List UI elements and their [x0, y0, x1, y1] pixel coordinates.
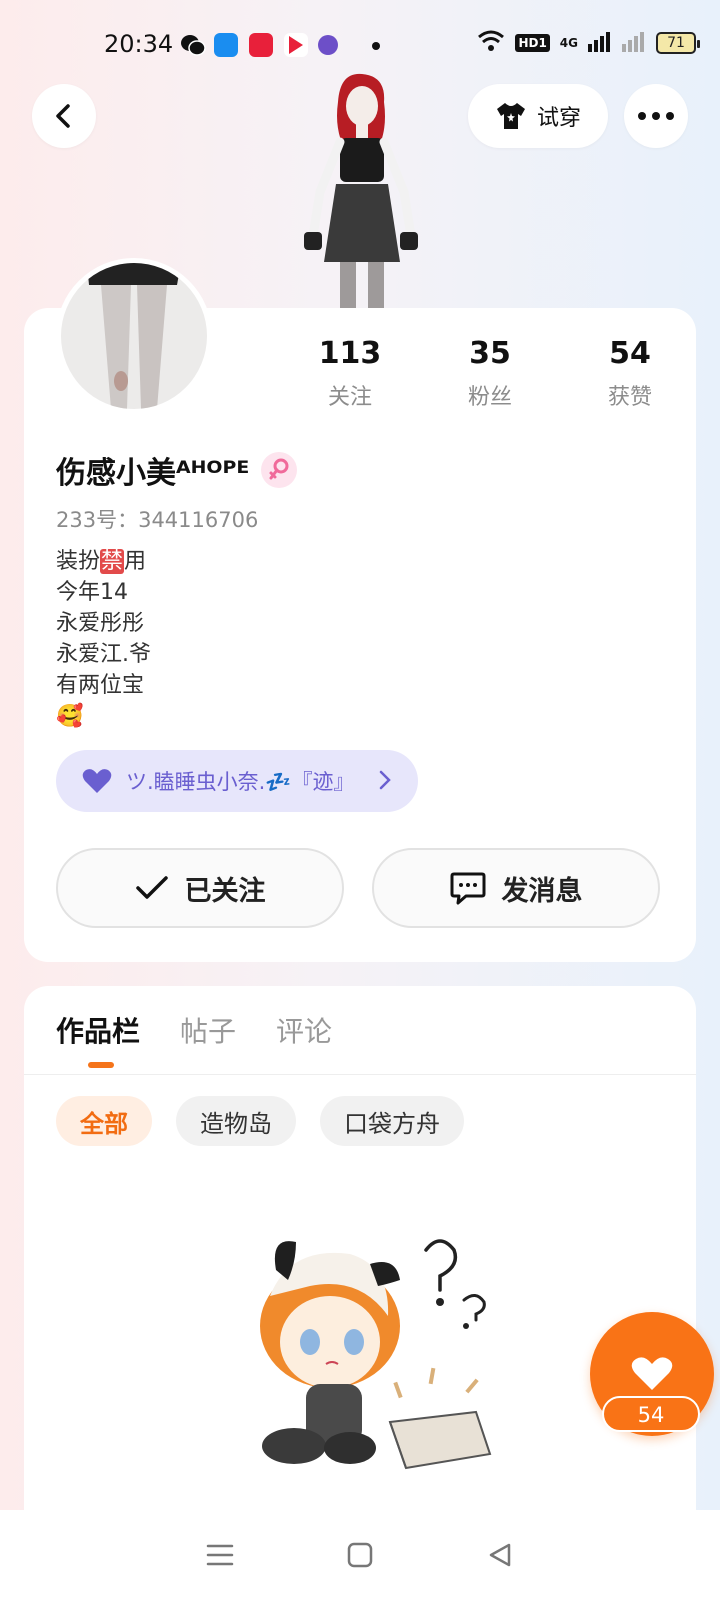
heart-icon [82, 769, 112, 793]
stat-value: 113 [318, 336, 382, 371]
tab-works[interactable]: 作品栏 [56, 1010, 140, 1050]
filter-pocket-ark[interactable]: 口袋方舟 [320, 1096, 464, 1146]
home-button[interactable] [342, 1537, 378, 1573]
chat-bubble-icon [450, 872, 485, 905]
status-right: HD1 4G 71 [477, 30, 700, 56]
menu-button[interactable] [202, 1537, 238, 1573]
message-app-icon [318, 35, 338, 55]
menu-icon [206, 1544, 234, 1566]
signal-icon [588, 30, 612, 56]
checkmark-icon [135, 876, 168, 899]
active-tab-indicator [88, 1062, 114, 1068]
send-message-button[interactable]: 发消息 [372, 848, 660, 928]
female-gender-icon [261, 452, 298, 488]
filter-chips: 全部 造物岛 口袋方舟 [56, 1096, 464, 1146]
stat-label: 粉丝 [467, 385, 512, 410]
message-label: 发消息 [501, 875, 583, 907]
heart-icon [631, 1357, 673, 1390]
chevron-left-icon [56, 104, 70, 128]
battery-indicator: 71 [656, 32, 700, 54]
xiaohongshu-icon [249, 33, 273, 57]
avatar-character-illustration [290, 72, 430, 312]
divider [24, 1074, 696, 1075]
bio-text: 今年14 永爱彤彤 永爱江.爷 有两位宝 🥰 [56, 580, 151, 729]
chevron-right-icon [379, 770, 391, 790]
signal-2-icon [622, 30, 646, 56]
try-on-button[interactable]: 试穿 [468, 84, 608, 148]
bilibili-icon [214, 33, 238, 57]
bio: 装扮禁用 今年14 永爱彤彤 永爱江.爷 有两位宝 🥰 [56, 546, 151, 732]
stat-value: 35 [469, 336, 511, 371]
filter-creation-island[interactable]: 造物岛 [176, 1096, 296, 1146]
more-dots-icon [638, 112, 674, 120]
back-triangle-icon [489, 1543, 511, 1567]
bio-text: 用 [124, 549, 147, 574]
filter-all[interactable]: 全部 [56, 1096, 152, 1146]
stat-label: 获赞 [607, 385, 652, 410]
stat-label: 关注 [327, 385, 372, 410]
wechat-icon [180, 33, 206, 57]
try-on-label: 试穿 [536, 106, 581, 131]
wifi-icon [477, 30, 505, 56]
back-nav-button[interactable] [482, 1537, 518, 1573]
guild-link[interactable]: ツ.瞌睡虫小奈.💤『迹』 [56, 750, 418, 812]
like-count: 54 [602, 1396, 700, 1432]
tab-comments[interactable]: 评论 [276, 1010, 332, 1050]
video-app-icon [284, 33, 308, 57]
username: 伤感小美ᴬᴴᴼᴾᴱ [56, 456, 250, 491]
notification-dot [372, 42, 380, 50]
forbid-badge: 禁 [100, 549, 125, 574]
bio-text: 装扮 [56, 549, 101, 574]
more-options-button[interactable] [624, 84, 688, 148]
avatar[interactable] [56, 258, 212, 414]
stat-following[interactable]: 113 关注 [290, 336, 410, 411]
hd-label: HD1 [515, 34, 550, 52]
guild-label: ツ.瞌睡虫小奈.💤『迹』 [126, 770, 355, 794]
tshirt-icon [496, 103, 525, 129]
back-button[interactable] [32, 84, 96, 148]
name-row: 伤感小美ᴬᴴᴼᴾᴱ [56, 448, 298, 492]
profile-stats: 113 关注 35 粉丝 54 获赞 [290, 336, 690, 411]
user-id: 233号：344116706 [56, 508, 259, 532]
status-time: 20:34 [104, 30, 174, 58]
home-square-icon [347, 1542, 373, 1568]
empty-state-illustration [240, 1236, 510, 1476]
network-label: 4G [559, 36, 578, 50]
stat-followers[interactable]: 35 粉丝 [430, 336, 550, 411]
content-tabs: 作品栏 帖子 评论 [56, 1010, 332, 1050]
stat-value: 54 [609, 336, 651, 371]
system-nav-bar [0, 1510, 720, 1600]
followed-button[interactable]: 已关注 [56, 848, 344, 928]
stat-likes[interactable]: 54 获赞 [570, 336, 690, 411]
followed-label: 已关注 [184, 875, 266, 907]
tab-posts[interactable]: 帖子 [180, 1010, 236, 1050]
